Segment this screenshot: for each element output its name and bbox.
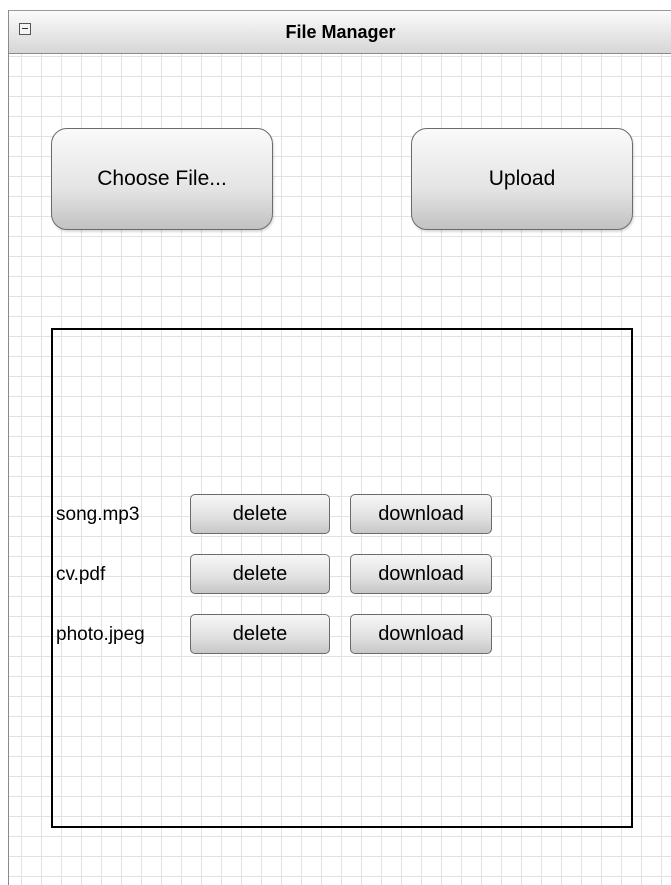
upload-button[interactable]: Upload [411, 128, 633, 230]
file-name: cv.pdf [56, 564, 106, 585]
choose-file-button[interactable]: Choose File... [51, 128, 273, 230]
file-row: photo.jpeg delete download [53, 614, 633, 654]
delete-button[interactable]: delete [190, 554, 330, 594]
download-button[interactable]: download [350, 494, 492, 534]
delete-button[interactable]: delete [190, 614, 330, 654]
file-name: photo.jpeg [56, 624, 145, 645]
file-name: song.mp3 [56, 504, 140, 525]
window-titlebar: File Manager [9, 10, 671, 54]
file-row: song.mp3 delete download [53, 494, 633, 534]
file-row: cv.pdf delete download [53, 554, 633, 594]
download-button[interactable]: download [350, 614, 492, 654]
window-title: File Manager [285, 22, 396, 42]
file-manager-window: File Manager Choose File... Upload song.… [8, 10, 671, 885]
file-list-panel: song.mp3 delete download cv.pdf delete d… [51, 328, 633, 828]
delete-button[interactable]: delete [190, 494, 330, 534]
download-button[interactable]: download [350, 554, 492, 594]
